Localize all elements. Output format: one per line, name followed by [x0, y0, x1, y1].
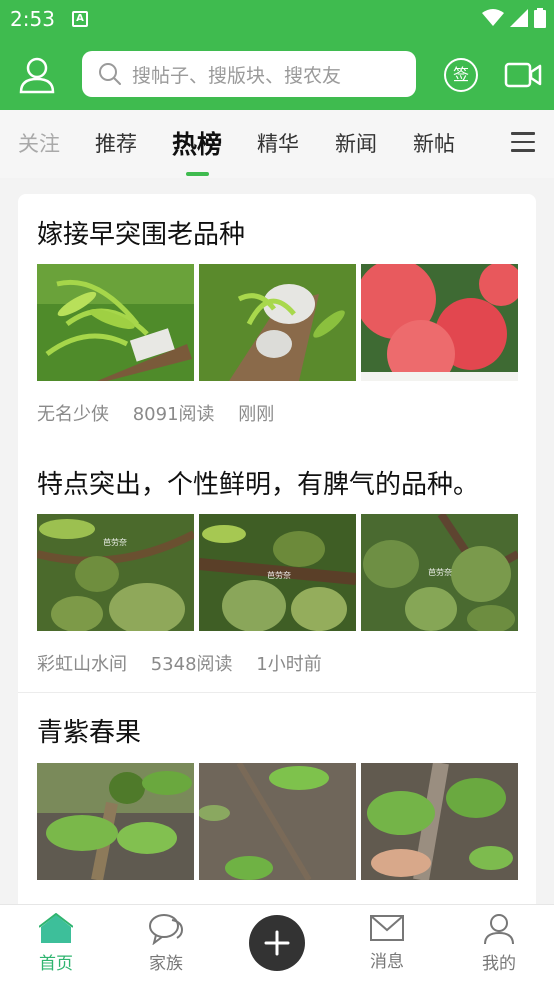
- nav-home-label: 首页: [39, 954, 73, 974]
- post-images: [37, 763, 518, 880]
- tab-new-posts[interactable]: 新帖: [413, 128, 455, 158]
- post-read-count: 5348阅读: [150, 654, 233, 675]
- post-image[interactable]: 芭劳奈: [361, 514, 518, 631]
- nav-home[interactable]: 首页: [16, 913, 96, 974]
- status-bar: 2:53 A: [0, 0, 554, 38]
- post-images: 芭劳奈 芭劳奈 芭劳奈: [37, 514, 518, 631]
- tab-news[interactable]: 新闻: [335, 128, 377, 158]
- home-icon: [39, 913, 73, 943]
- sign-in-button[interactable]: 签: [444, 58, 478, 92]
- post-author[interactable]: 彩虹山水间: [37, 654, 127, 675]
- plus-icon: [264, 930, 290, 956]
- post-title[interactable]: 青紫春果: [37, 712, 141, 749]
- post-time: 刚刚: [238, 404, 275, 425]
- nav-family[interactable]: 家族: [126, 913, 206, 974]
- nav-messages[interactable]: 消息: [347, 913, 427, 972]
- post-feed: 嫁接早突围老品种 无名少侠 8091阅读 刚刚 特点突出，个性鲜明，有脾气的品种…: [18, 194, 536, 914]
- tab-recommend[interactable]: 推荐: [95, 128, 137, 158]
- user-icon: [19, 57, 55, 94]
- signal-icon: [510, 9, 528, 27]
- mail-icon: [370, 915, 404, 941]
- image-watermark: 芭劳奈: [103, 538, 127, 547]
- notification-icon: A: [72, 11, 88, 27]
- post-read-count: 8091阅读: [132, 404, 215, 425]
- nav-profile[interactable]: 我的: [459, 913, 539, 974]
- post-image[interactable]: 芭劳奈: [199, 514, 356, 631]
- post-time: 1小时前: [256, 654, 322, 675]
- post-meta: 无名少侠 8091阅读 刚刚: [37, 400, 292, 426]
- image-watermark: 芭劳奈: [428, 568, 452, 577]
- post-title[interactable]: 特点突出，个性鲜明，有脾气的品种。: [37, 464, 479, 501]
- post-title[interactable]: 嫁接早突围老品种: [37, 214, 245, 251]
- post-divider: [18, 692, 536, 693]
- video-button[interactable]: [504, 61, 542, 89]
- status-time: 2:53: [10, 7, 55, 31]
- post-images: [37, 264, 518, 381]
- post-image[interactable]: [37, 264, 194, 381]
- post-image[interactable]: [361, 763, 518, 880]
- post-image[interactable]: [37, 763, 194, 880]
- create-post-button[interactable]: [249, 915, 305, 971]
- bottom-navigation: 首页 家族 消息 我的: [0, 904, 554, 984]
- tab-featured[interactable]: 精华: [257, 128, 299, 158]
- app-header: 搜帖子、搜版块、搜农友 签: [0, 38, 554, 110]
- nav-family-label: 家族: [149, 954, 183, 974]
- tab-follow[interactable]: 关注: [18, 128, 60, 158]
- image-watermark: 芭劳奈: [267, 571, 291, 580]
- active-tab-indicator: [186, 172, 209, 176]
- nav-profile-label: 我的: [482, 954, 516, 974]
- search-icon: [99, 63, 121, 85]
- video-icon: [504, 62, 542, 88]
- battery-icon: [534, 8, 546, 28]
- search-placeholder: 搜帖子、搜版块、搜农友: [132, 64, 342, 87]
- search-input[interactable]: 搜帖子、搜版块、搜农友: [82, 51, 416, 97]
- post-author[interactable]: 无名少侠: [37, 404, 109, 425]
- nav-messages-label: 消息: [370, 952, 404, 972]
- post-image[interactable]: [199, 763, 356, 880]
- menu-button[interactable]: [511, 132, 535, 152]
- user-icon: [484, 914, 514, 945]
- post-image[interactable]: [361, 264, 518, 381]
- wifi-icon: [482, 9, 504, 26]
- tab-hot[interactable]: 热榜: [172, 125, 222, 161]
- chat-bubble-icon: [149, 914, 184, 945]
- category-tabs: 关注 推荐 热榜 精华 新闻 新帖: [0, 110, 554, 178]
- post-meta: 彩虹山水间 5348阅读 1小时前: [37, 650, 340, 676]
- user-profile-button[interactable]: [18, 56, 56, 94]
- system-icons: [482, 8, 546, 28]
- post-image[interactable]: 芭劳奈: [37, 514, 194, 631]
- post-image[interactable]: [199, 264, 356, 381]
